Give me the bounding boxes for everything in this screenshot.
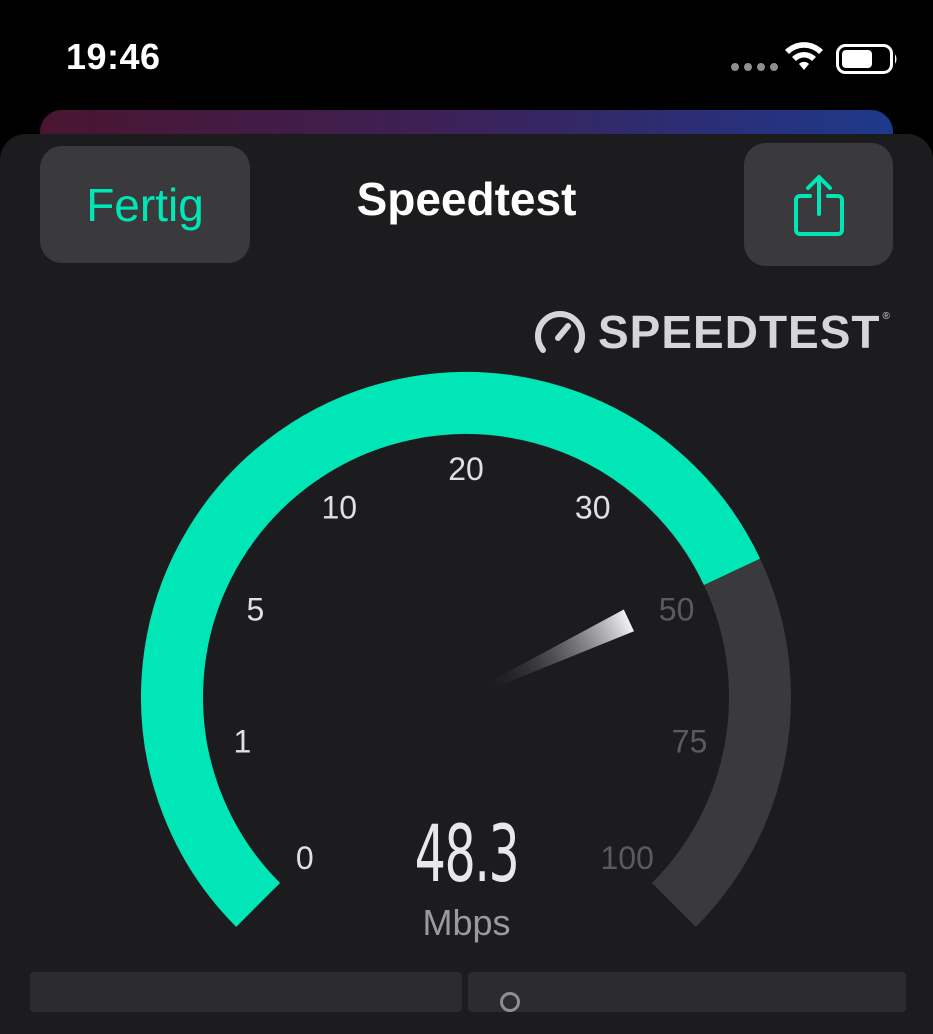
result-card-left: [30, 972, 462, 1012]
gauge-needle: [478, 609, 634, 694]
gauge-tick-label: 30: [575, 489, 611, 525]
upload-icon: [500, 992, 520, 1012]
gauge-tick-label: 5: [247, 592, 265, 628]
gauge-tick-label: 75: [672, 724, 708, 760]
gauge-tick-label: 20: [448, 451, 484, 487]
speed-unit: Mbps: [422, 902, 511, 943]
gauge-tick-label: 50: [659, 592, 695, 628]
gauge-tick-label: 1: [234, 724, 252, 760]
result-card-right: [468, 972, 906, 1012]
gauge-tick-label: 10: [322, 489, 358, 525]
speed-value: 48.3: [414, 810, 520, 900]
